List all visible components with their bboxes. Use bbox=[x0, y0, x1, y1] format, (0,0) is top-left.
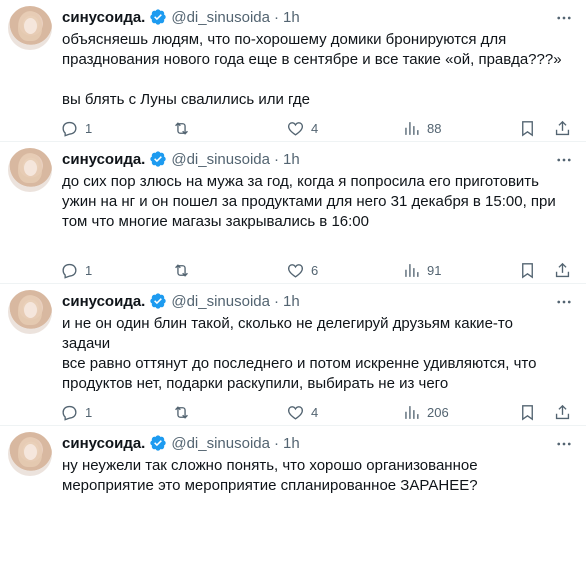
reply-count: 1 bbox=[85, 120, 93, 136]
views-button[interactable]: 91 bbox=[402, 258, 441, 282]
heart-icon bbox=[288, 121, 303, 136]
tweet-time[interactable]: 1h bbox=[283, 9, 300, 26]
share-icon bbox=[555, 262, 570, 277]
views-count: 206 bbox=[427, 404, 449, 420]
more-dots-icon bbox=[557, 158, 571, 162]
more-options-button[interactable] bbox=[550, 6, 578, 30]
tweet-header: синусоида. @di_sinusoida · 1h bbox=[62, 8, 300, 26]
like-button[interactable]: 6 bbox=[286, 258, 318, 282]
tweet-time[interactable]: 1h bbox=[283, 151, 300, 168]
tweet[interactable]: синусоида. @di_sinusoida · 1h ну неужели… bbox=[0, 426, 586, 568]
like-button[interactable]: 4 bbox=[286, 400, 318, 424]
retweet-button[interactable] bbox=[172, 258, 197, 282]
author-handle[interactable]: @di_sinusoida bbox=[171, 151, 270, 168]
like-count: 4 bbox=[311, 404, 319, 420]
views-count: 88 bbox=[427, 120, 442, 136]
author-name[interactable]: синусоида. bbox=[62, 151, 145, 168]
author-handle[interactable]: @di_sinusoida bbox=[171, 293, 270, 310]
share-icon bbox=[555, 404, 570, 419]
views-chart-icon bbox=[405, 405, 419, 419]
retweet-button[interactable] bbox=[172, 116, 197, 140]
share-button[interactable] bbox=[553, 258, 572, 282]
reply-icon bbox=[62, 121, 77, 137]
share-button[interactable] bbox=[553, 116, 572, 140]
share-icon bbox=[555, 120, 570, 135]
views-count: 91 bbox=[427, 262, 442, 278]
action-bar: 1 6 91 bbox=[56, 258, 578, 282]
tweet-header: синусоида. @di_sinusoida · 1h bbox=[62, 292, 300, 310]
views-chart-icon bbox=[405, 263, 419, 277]
action-bar: 1 4 88 bbox=[56, 116, 578, 140]
bookmark-icon bbox=[522, 262, 533, 279]
tweet-text: до сих пор злюсь на мужа за год, когда я… bbox=[62, 173, 556, 230]
tweet[interactable]: синусоида. @di_sinusoida · 1h объясняешь… bbox=[0, 0, 586, 142]
tweet[interactable]: синусоида. @di_sinusoida · 1h до сих пор… bbox=[0, 142, 586, 284]
views-button[interactable]: 206 bbox=[402, 400, 449, 424]
retweet-icon bbox=[175, 263, 188, 277]
tweet-text: ну неужели так сложно понять, что хорошо… bbox=[62, 457, 478, 494]
avatar[interactable] bbox=[8, 432, 52, 476]
more-options-button[interactable] bbox=[550, 148, 578, 172]
reply-count: 1 bbox=[85, 262, 93, 278]
reply-count: 1 bbox=[85, 404, 93, 420]
retweet-icon bbox=[175, 405, 188, 419]
author-name[interactable]: синусоида. bbox=[62, 293, 145, 310]
heart-icon bbox=[288, 263, 303, 278]
reply-button[interactable]: 1 bbox=[60, 258, 92, 282]
separator-dot: · bbox=[273, 8, 279, 26]
separator-dot: · bbox=[273, 150, 279, 168]
bookmark-button[interactable] bbox=[518, 116, 537, 140]
more-dots-icon bbox=[557, 16, 571, 20]
bookmark-button[interactable] bbox=[518, 258, 537, 282]
views-button[interactable]: 88 bbox=[402, 116, 441, 140]
verified-badge-icon bbox=[150, 293, 167, 309]
verified-badge-icon bbox=[150, 435, 167, 451]
avatar[interactable] bbox=[8, 6, 52, 50]
bookmark-button[interactable] bbox=[518, 400, 537, 424]
more-dots-icon bbox=[557, 442, 571, 446]
tweet[interactable]: синусоида. @di_sinusoida · 1h и не он од… bbox=[0, 284, 586, 426]
reply-button[interactable]: 1 bbox=[60, 400, 92, 424]
share-button[interactable] bbox=[553, 400, 572, 424]
reply-icon bbox=[62, 405, 77, 421]
tweet-text: и не он один блин такой, сколько не деле… bbox=[62, 315, 537, 392]
retweet-button[interactable] bbox=[172, 400, 197, 424]
more-options-button[interactable] bbox=[550, 432, 578, 456]
action-bar: 1 4 206 bbox=[56, 400, 578, 424]
avatar[interactable] bbox=[8, 290, 52, 334]
views-chart-icon bbox=[405, 121, 419, 135]
author-name[interactable]: синусоида. bbox=[62, 435, 145, 452]
tweet-header: синусоида. @di_sinusoida · 1h bbox=[62, 150, 300, 168]
separator-dot: · bbox=[273, 292, 279, 310]
author-name[interactable]: синусоида. bbox=[62, 9, 145, 26]
tweet-header: синусоида. @di_sinusoida · 1h bbox=[62, 434, 300, 452]
like-button[interactable]: 4 bbox=[286, 116, 318, 140]
bookmark-icon bbox=[522, 120, 533, 137]
more-dots-icon bbox=[557, 300, 571, 304]
bookmark-icon bbox=[522, 404, 533, 421]
tweet-time[interactable]: 1h bbox=[283, 293, 300, 310]
tweet-thread: синусоида. @di_sinusoida · 1h объясняешь… bbox=[0, 0, 586, 568]
like-count: 4 bbox=[311, 120, 319, 136]
author-handle[interactable]: @di_sinusoida bbox=[171, 9, 270, 26]
heart-icon bbox=[288, 405, 303, 420]
more-options-button[interactable] bbox=[550, 290, 578, 314]
reply-button[interactable]: 1 bbox=[60, 116, 92, 140]
verified-badge-icon bbox=[150, 9, 167, 25]
like-count: 6 bbox=[311, 262, 319, 278]
retweet-icon bbox=[175, 121, 188, 135]
author-handle[interactable]: @di_sinusoida bbox=[171, 435, 270, 452]
avatar[interactable] bbox=[8, 148, 52, 192]
separator-dot: · bbox=[273, 434, 279, 452]
verified-badge-icon bbox=[150, 151, 167, 167]
reply-icon bbox=[62, 263, 77, 279]
tweet-time[interactable]: 1h bbox=[283, 435, 300, 452]
tweet-text: объясняешь людям, что по-хорошему домики… bbox=[62, 31, 562, 108]
